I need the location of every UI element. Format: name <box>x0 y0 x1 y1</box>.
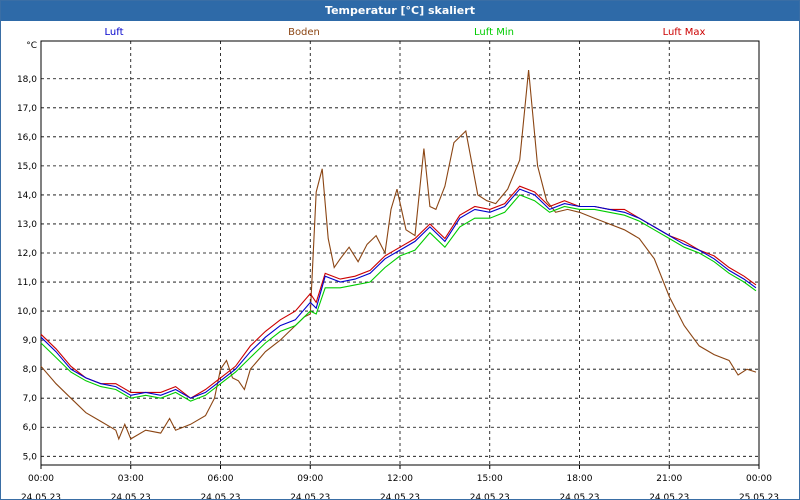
x-tick-time: 03:00 <box>118 474 144 484</box>
x-tick-time: 21:00 <box>656 474 682 484</box>
x-tick-date: 24.05.23 <box>649 493 689 499</box>
legend-entry-boden: Boden <box>288 27 320 38</box>
x-tick-time: 15:00 <box>477 474 503 484</box>
x-tick-date: 24.05.23 <box>111 493 151 499</box>
chart-window: Temperatur [°C] skaliert 5,0 6,0 7,0 8,0 9,0… <box>0 0 800 500</box>
x-tick-date: 24.05.23 <box>380 493 420 499</box>
y-tick-label: 6,0 <box>23 423 38 433</box>
legend-entry-luft-min: Luft Min <box>474 27 514 38</box>
y-tick-label: 5,0 <box>23 452 38 462</box>
y-tick-label: 16,0 <box>17 133 37 143</box>
y-tick-label: 14,0 <box>17 191 37 201</box>
y-tick-label: 15,0 <box>17 162 37 172</box>
y-tick-label: 17,0 <box>17 104 37 114</box>
window-title: Temperatur [°C] skaliert <box>1 1 799 21</box>
x-tick-time: 09:00 <box>297 474 323 484</box>
y-tick-label: 12,0 <box>17 249 37 259</box>
x-tick-date: 24.05.23 <box>290 493 330 499</box>
x-tick-date: 24.05.23 <box>559 493 599 499</box>
y-tick-label: 10,0 <box>17 307 37 317</box>
y-axis-label: °C <box>26 41 37 51</box>
y-tick-label: 9,0 <box>23 336 38 346</box>
legend-entry-luft: Luft <box>105 27 124 38</box>
x-tick-time: 00:00 <box>746 474 772 484</box>
y-tick-label: 18,0 <box>17 75 37 85</box>
y-tick-label: 8,0 <box>23 365 38 375</box>
x-tick-time: 00:00 <box>28 474 54 484</box>
y-tick-label: 11,0 <box>17 278 37 288</box>
x-tick-time: 18:00 <box>567 474 593 484</box>
y-tick-label: 7,0 <box>23 394 38 404</box>
y-tick-label: 13,0 <box>17 220 37 230</box>
x-tick-date: 24.05.23 <box>200 493 240 499</box>
x-tick-date: 25.05.23 <box>739 493 779 499</box>
x-tick-date: 24.05.23 <box>470 493 510 499</box>
x-tick-time: 06:00 <box>208 474 234 484</box>
x-tick-time: 12:00 <box>387 474 413 484</box>
temperature-chart: 5,0 6,0 7,0 8,0 9,0 10,0 11,0 12,0 13,0 14,0 15,0 1… <box>17 27 779 499</box>
legend-entry-luft-max: Luft Max <box>663 27 706 38</box>
x-tick-date: 24.05.23 <box>21 493 61 499</box>
